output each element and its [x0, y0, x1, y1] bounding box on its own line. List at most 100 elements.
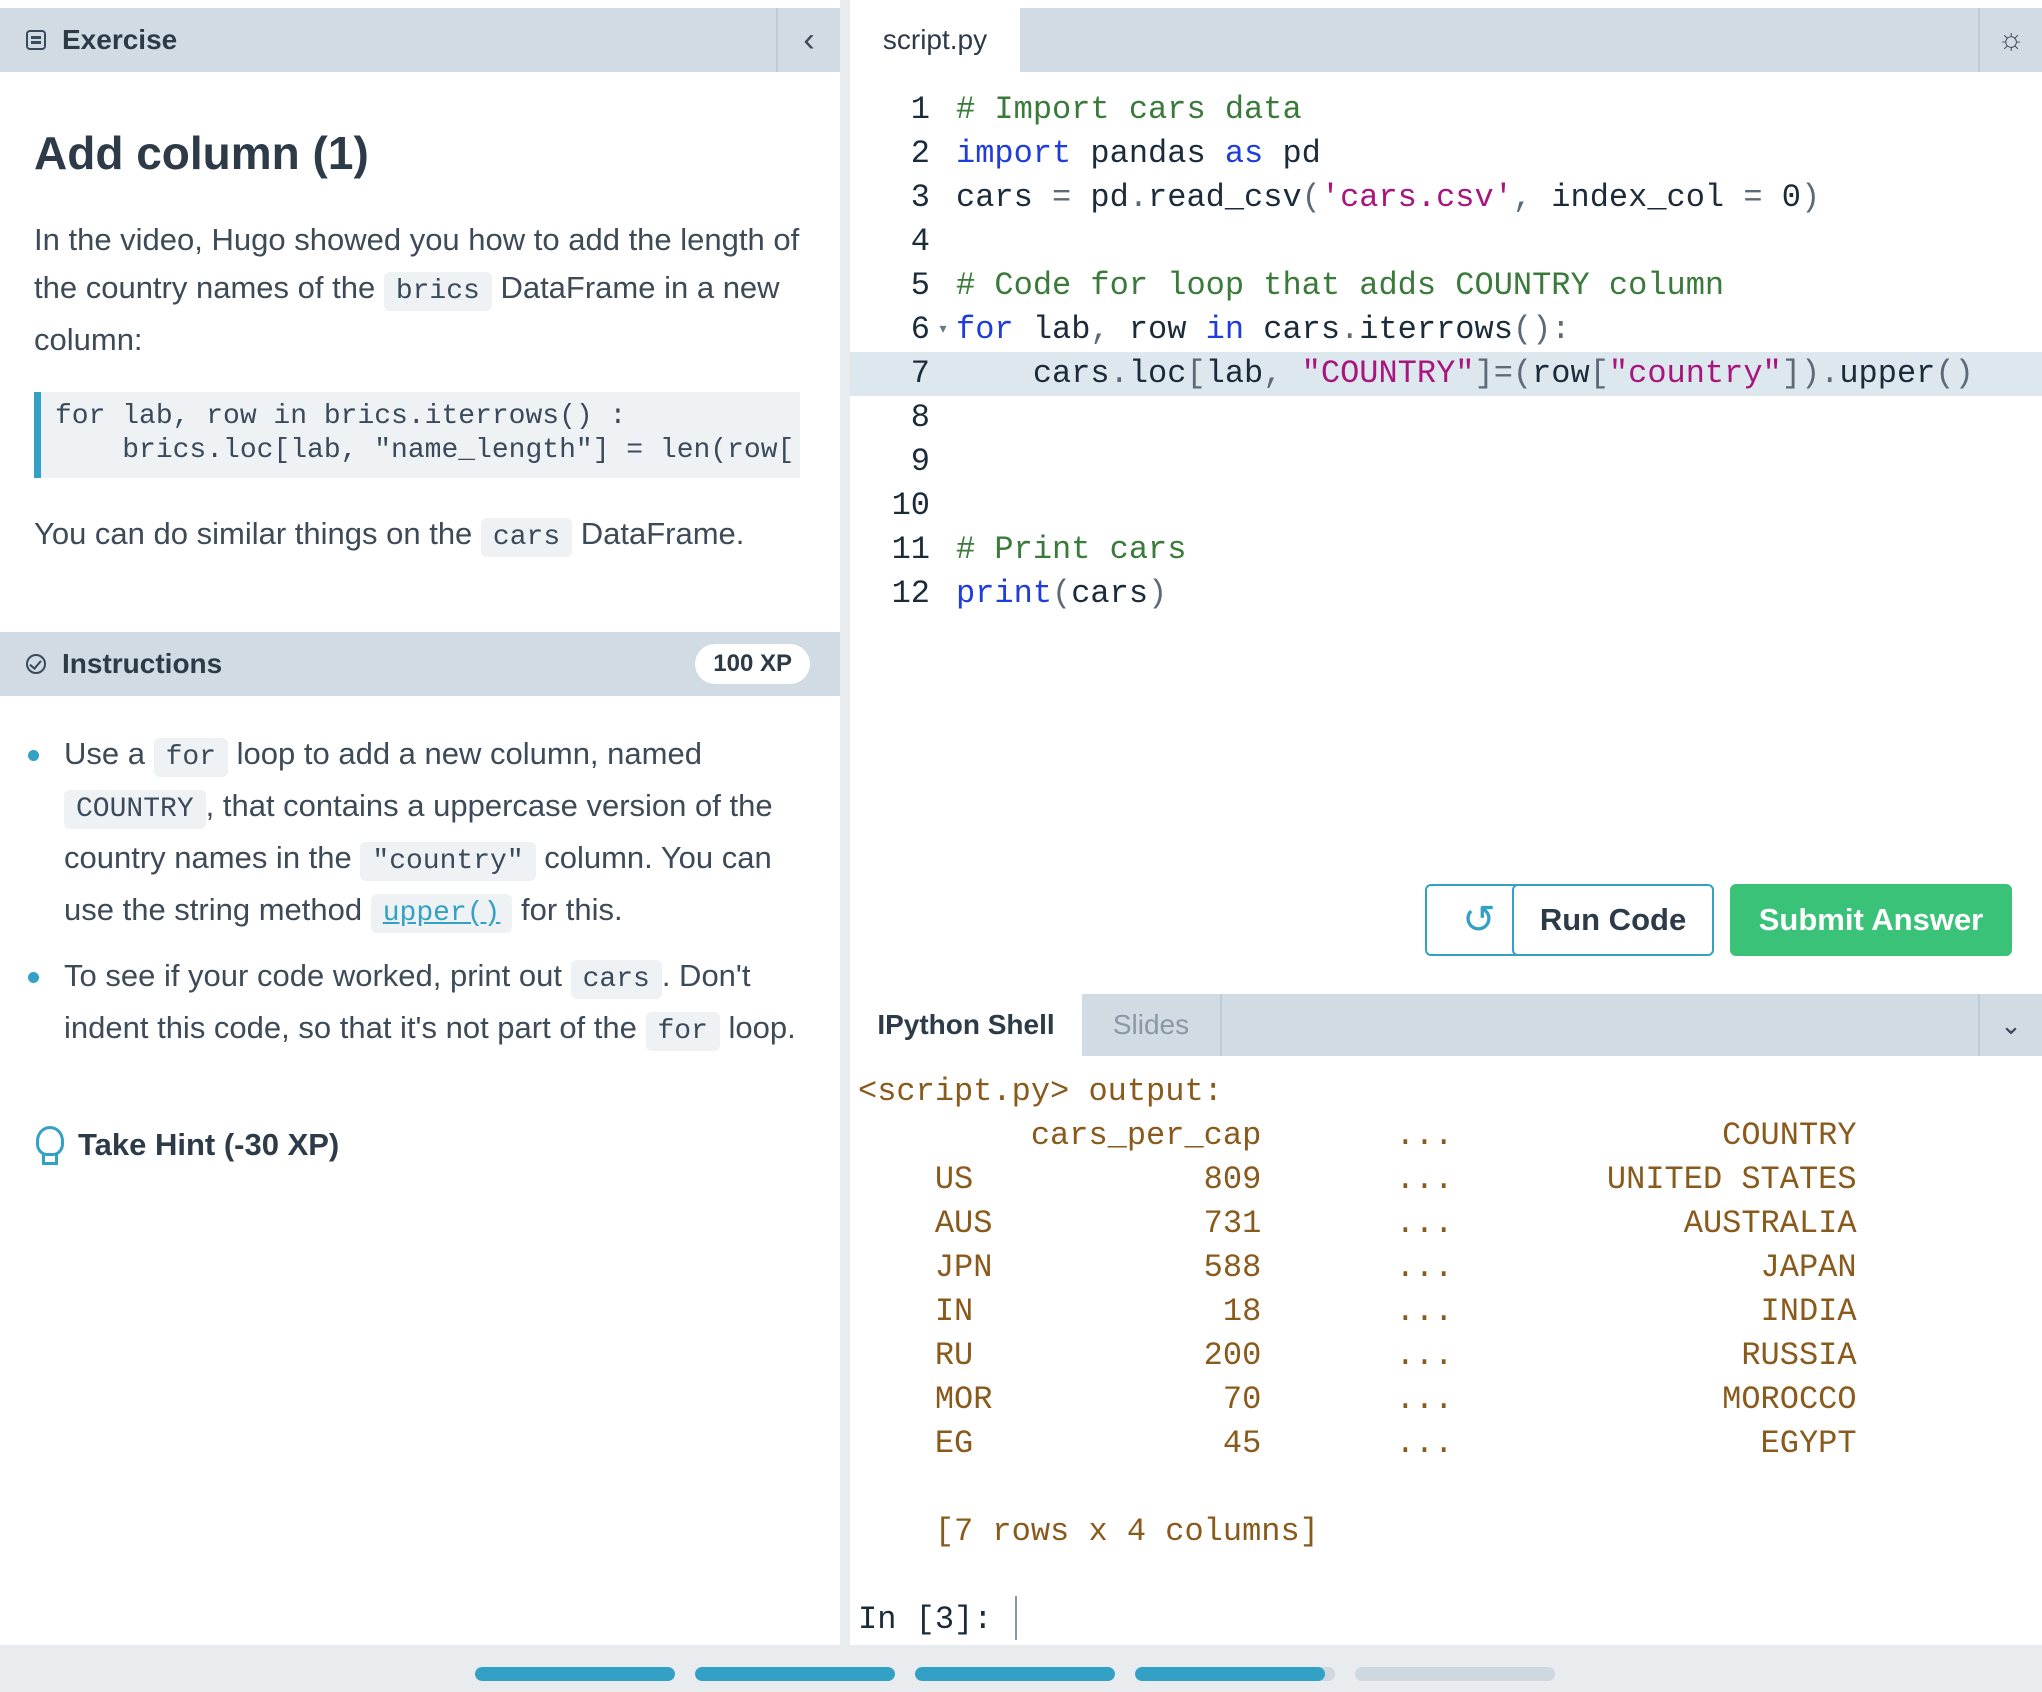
text-cursor: [1015, 1596, 1017, 1640]
output-line: <script.py> output:: [858, 1073, 1223, 1110]
code-line: 10: [850, 484, 2042, 528]
take-hint-button[interactable]: Take Hint (-30 XP): [34, 1126, 340, 1165]
tab-ipython-shell[interactable]: IPython Shell: [850, 994, 1082, 1056]
sun-icon: ☼: [1997, 23, 2025, 56]
upper-doc-link[interactable]: upper(): [370, 894, 513, 933]
code-text: # Print cars: [956, 531, 1187, 568]
progress-fill: [1135, 1667, 1325, 1681]
line-number: 2: [910, 135, 930, 172]
settings-button[interactable]: ☼: [1978, 8, 2042, 72]
undo-icon: ↺: [1462, 898, 1496, 942]
exercise-description-2: You can do similar things on the cars Da…: [34, 510, 814, 562]
progress-fill: [695, 1667, 895, 1681]
chevron-left-icon: ‹: [803, 20, 815, 59]
output-line: EG 45 ... EGYPT: [858, 1425, 1857, 1462]
progress-fill: [475, 1667, 675, 1681]
output-line: MOR 70 ... MOROCCO: [858, 1381, 1857, 1418]
code-snippet: for lab, row in brics.iterrows() : brics…: [34, 392, 800, 478]
instruction-text: for this.: [512, 892, 623, 927]
inline-code-country: "country": [360, 842, 536, 881]
code-line: 8: [850, 396, 2042, 440]
code-text: # Import cars data: [956, 91, 1302, 128]
output-line: IN 18 ... INDIA: [858, 1293, 1857, 1330]
inline-code-country-upper: COUNTRY: [64, 790, 206, 829]
line-number: 7: [910, 355, 930, 392]
code-area[interactable]: 1 # Import cars data 2 import pandas as pd…: [850, 88, 2042, 616]
inline-code-for: for: [645, 1012, 720, 1051]
code-line: 1 # Import cars data: [850, 88, 2042, 132]
instruction-item: Use a for loop to add a new column, name…: [28, 730, 808, 938]
description-text-4: DataFrame.: [572, 516, 745, 551]
output-line: cars_per_cap ... COUNTRY: [858, 1117, 1857, 1154]
shell-tab-bar: IPython Shell Slides ⌄: [850, 994, 2042, 1056]
instruction-text: Use a: [64, 736, 154, 771]
editor-tab-bar: script.py ☼: [850, 8, 2042, 72]
bullet-icon: [28, 972, 39, 983]
output-line: [7 rows x 4 columns]: [858, 1513, 1319, 1550]
line-number: 3: [910, 179, 930, 216]
output-line: RU 200 ... RUSSIA: [858, 1337, 1857, 1374]
line-number: 10: [891, 487, 930, 524]
snippet-line-1: for lab, row in brics.iterrows() :: [55, 401, 627, 432]
line-number: 8: [910, 399, 930, 436]
ipython-shell: IPython Shell Slides ⌄ <script.py> outpu…: [850, 994, 2042, 1645]
exercise-panel: Exercise ‹ Add column (1) In the video, …: [0, 0, 840, 1645]
exercise-header-label: Exercise: [62, 24, 178, 55]
instruction-item: To see if your code worked, print out ca…: [28, 952, 808, 1056]
snippet-line-2: brics.loc[lab, "name_length"] = len(row[…: [55, 435, 800, 466]
code-text: # Code for loop that adds COUNTRY column: [956, 267, 1725, 304]
progress-segment: [475, 1667, 675, 1681]
check-circle-icon: [26, 654, 46, 674]
exercise-description: In the video, Hugo showed you how to add…: [34, 216, 814, 364]
file-tab[interactable]: script.py: [850, 8, 1020, 72]
code-line: 12 print(cars): [850, 572, 2042, 616]
instructions-header: Instructions 100 XP: [0, 632, 840, 696]
code-text: import pandas as pd: [956, 135, 1321, 172]
code-line: 2 import pandas as pd: [850, 132, 2042, 176]
output-line: JPN 588 ... JAPAN: [858, 1249, 1857, 1286]
code-text: cars.loc[lab, "COUNTRY"]=(row["country"]…: [956, 355, 1974, 392]
line-number: 12: [891, 575, 930, 612]
line-number: 9: [910, 443, 930, 480]
xp-badge: 100 XP: [695, 644, 810, 684]
fold-arrow-icon[interactable]: ▾: [930, 308, 956, 352]
tab-slides[interactable]: Slides: [1082, 994, 1222, 1056]
line-number: 5: [910, 267, 930, 304]
progress-segment: [1355, 1667, 1555, 1681]
output-line: AUS 731 ... AUSTRALIA: [858, 1205, 1857, 1242]
page-title: Add column (1): [34, 127, 369, 179]
submit-answer-button[interactable]: Submit Answer: [1730, 884, 2012, 956]
inline-code-brics: brics: [383, 272, 492, 311]
code-text: cars = pd.read_csv('cars.csv', index_col…: [956, 179, 1821, 216]
exercise-header: Exercise ‹: [0, 8, 840, 72]
lightbulb-icon: [34, 1126, 64, 1165]
output-line: US 809 ... UNITED STATES: [858, 1161, 1857, 1198]
progress-segment: [1135, 1667, 1335, 1681]
bullet-icon: [28, 750, 39, 761]
inline-code-for: for: [153, 738, 229, 777]
collapse-shell-button[interactable]: ⌄: [1978, 994, 2042, 1056]
code-line: 9: [850, 440, 2042, 484]
line-number: 1: [910, 91, 930, 128]
panel-divider[interactable]: [840, 0, 850, 1645]
chevron-down-icon: ⌄: [2000, 1009, 2022, 1040]
code-line-active: 7 cars.loc[lab, "COUNTRY"]=(row["country…: [850, 352, 2042, 396]
instruction-text: loop.: [719, 1010, 796, 1045]
exercise-progress-bar: [0, 1645, 2042, 1692]
run-code-button[interactable]: Run Code: [1512, 884, 1714, 956]
code-editor: script.py ☼ 1 # Import cars data 2 import …: [850, 8, 2042, 988]
instructions-header-label: Instructions: [62, 648, 223, 679]
inline-code-cars: cars: [570, 960, 662, 999]
code-line: 6 ▾ for lab, row in cars.iterrows():: [850, 308, 2042, 352]
code-text: print(cars): [956, 575, 1168, 612]
code-line: 4: [850, 220, 2042, 264]
line-number: 11: [891, 531, 930, 568]
collapse-panel-button[interactable]: ‹: [776, 8, 840, 72]
code-line: 3 cars = pd.read_csv('cars.csv', index_co…: [850, 176, 2042, 220]
description-text-3: You can do similar things on the: [34, 516, 481, 551]
line-number: 6: [910, 311, 930, 348]
take-hint-label: Take Hint (-30 XP): [78, 1127, 340, 1162]
shell-prompt[interactable]: In [3]:: [858, 1598, 1012, 1642]
inline-code-cars: cars: [480, 518, 573, 557]
